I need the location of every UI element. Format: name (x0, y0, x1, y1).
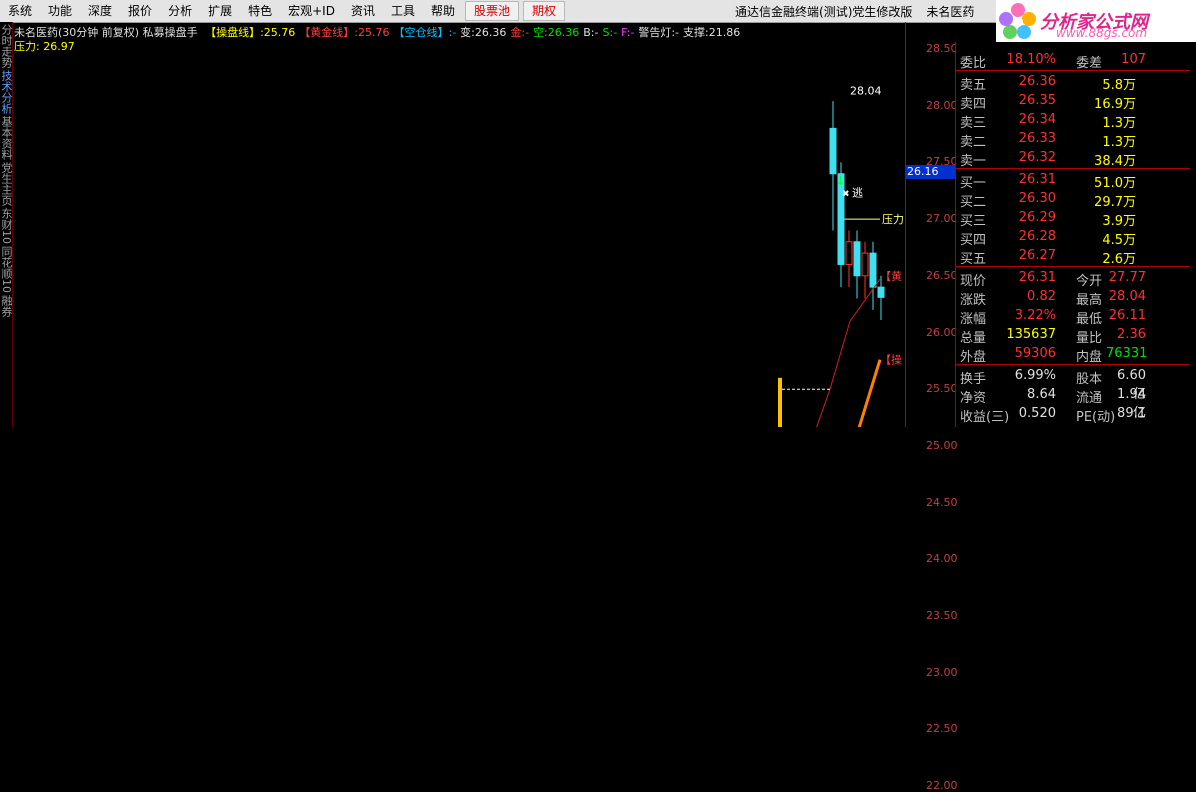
stat-row: 外盘 59306 内盘 76331 (956, 344, 1196, 365)
fin-row: 收益(三) 0.520 PE(动) 89.1 (956, 404, 1196, 425)
y-tick-label: 26.50 (926, 268, 958, 282)
sell-row: 卖三 26.34 1.3万 (956, 110, 1196, 131)
buy-row: 买一 26.31 51.0万 (956, 170, 1196, 191)
ma-line-operate (857, 359, 882, 427)
stat-value: 2.36 (1117, 327, 1146, 342)
weidiff-value: 107 (1121, 52, 1146, 67)
stat-row: 涨幅 3.22% 最低 26.11 (956, 306, 1196, 327)
pressure-text: 压力 (882, 213, 904, 226)
sell-price: 26.36 (1018, 74, 1056, 89)
escape-icon: ✖ (842, 189, 850, 199)
stat-value: 26.31 (1018, 270, 1056, 285)
down-arrow-icon: ↓ (835, 174, 846, 189)
y-tick-label: 24.50 (926, 495, 958, 509)
buy-price: 26.31 (1018, 172, 1056, 187)
candle-body (861, 252, 869, 277)
y-tick-label: 27.00 (926, 212, 958, 226)
sell-row: 卖五 26.36 5.8万 (956, 72, 1196, 93)
stat-row: 现价 26.31 今开 27.77 (956, 268, 1196, 289)
site-logo: 分析家公式网 www.88gs.com (996, 0, 1196, 42)
buy-row: 买四 26.28 4.5万 (956, 227, 1196, 248)
stat-label: 内盘 (1076, 350, 1103, 365)
weibi-label: 委比 (960, 56, 987, 71)
stat-value: 27.77 (1108, 270, 1146, 285)
candle-body (845, 241, 853, 265)
operate-line-tag: 【操 (880, 353, 902, 367)
flower-logo-icon (996, 0, 1040, 42)
warning-bar (778, 377, 782, 427)
right-strip (1190, 42, 1196, 427)
buy-price: 26.30 (1018, 191, 1056, 206)
ma-line-gold (816, 278, 881, 427)
stat-label: 外盘 (960, 350, 987, 365)
y-tick-label: 26.00 (926, 325, 958, 339)
y-tick-label: 23.50 (926, 609, 958, 622)
escape-label: 逃 (852, 186, 863, 199)
sell-price: 26.32 (1018, 150, 1056, 165)
sell-row: 卖四 26.35 16.9万 (956, 91, 1196, 112)
stock-name-title: 未名医药 (926, 4, 975, 19)
y-tick-label: 28.00 (926, 98, 958, 112)
stat-value: 135637 (1006, 327, 1056, 342)
buy-price: 26.29 (1018, 210, 1056, 225)
fin-value: 89.1 (1117, 406, 1146, 421)
buy-volume: 2.6万 (1102, 252, 1136, 267)
y-tick-label: 25.50 (926, 382, 958, 396)
sell-price: 26.33 (1018, 131, 1056, 146)
high-price-label: 28.04 (850, 84, 882, 97)
gold-line-tag: 【黄 (880, 269, 902, 283)
weibi-row: 委比 18.10% 委差 107 (956, 50, 1196, 71)
buy-price: 26.27 (1018, 248, 1056, 263)
buy-price: 26.28 (1018, 229, 1056, 244)
stat-value: 3.22% (1014, 308, 1056, 323)
stat-value: 0.82 (1027, 289, 1056, 304)
y-tick-label: 23.00 (926, 665, 958, 679)
stat-value: 26.11 (1108, 308, 1146, 323)
fin-value: 8.64 (1027, 387, 1056, 402)
stat-row: 总量 135637 量比 2.36 (956, 325, 1196, 346)
sell-label: 卖一 (960, 154, 987, 169)
fin-value: 6.99% (1014, 368, 1056, 383)
weibi-value: 18.10% (1006, 52, 1056, 67)
current-price-marker: 26.16 (905, 165, 957, 179)
sell-volume: 38.4万 (1094, 154, 1136, 169)
buy-row: 买二 26.30 29.7万 (956, 189, 1196, 210)
fin-row: 净资 8.64 流通 1.94亿 (956, 385, 1196, 421)
sell-price: 26.34 (1018, 112, 1056, 127)
logo-url: www.88gs.com (1056, 26, 1148, 40)
fin-value: 0.520 (1018, 406, 1056, 421)
candle-body (829, 127, 837, 175)
stat-row: 涨跌 0.82 最高 28.04 (956, 287, 1196, 308)
sell-row: 卖一 26.32 38.4万 (956, 148, 1196, 169)
sell-price: 26.35 (1018, 93, 1056, 108)
price-axis: 28.50 28.00 27.50 27.00 26.50 26.00 25.50 25.00… (905, 22, 958, 792)
y-tick-label: 22.00 (926, 779, 958, 792)
candle-body (853, 241, 861, 277)
candle-body (877, 286, 885, 298)
stat-value: 76331 (1106, 346, 1148, 361)
buy-row: 买五 26.27 2.6万 (956, 246, 1196, 267)
quote-panel: 委比 18.10% 委差 107 卖五 26.36 5.8万 卖四 26.35 16.9万 卖三 26… (955, 42, 1196, 427)
buy-row: 买三 26.29 3.9万 (956, 208, 1196, 229)
y-tick-label: 22.50 (926, 722, 958, 736)
y-tick-label: 24.00 (926, 552, 958, 566)
buy-label: 买五 (960, 252, 987, 267)
y-tick-label: 25.00 (926, 438, 958, 452)
sell-row: 卖二 26.33 1.3万 (956, 129, 1196, 150)
candle-body (869, 252, 877, 288)
weidiff-label: 委差 (1076, 56, 1103, 71)
candlestick-chart[interactable]: ✖逃✖逃✖逃✖逃↓↓↓↓↓28.04压力支撑【黄【操✖✖✖ (0, 0, 905, 427)
y-tick-label: 28.50 (926, 42, 958, 55)
fin-row: 换手 6.99% 股本 6.60亿 (956, 366, 1196, 402)
stat-value: 28.04 (1108, 289, 1146, 304)
stat-value: 59306 (1014, 346, 1056, 361)
